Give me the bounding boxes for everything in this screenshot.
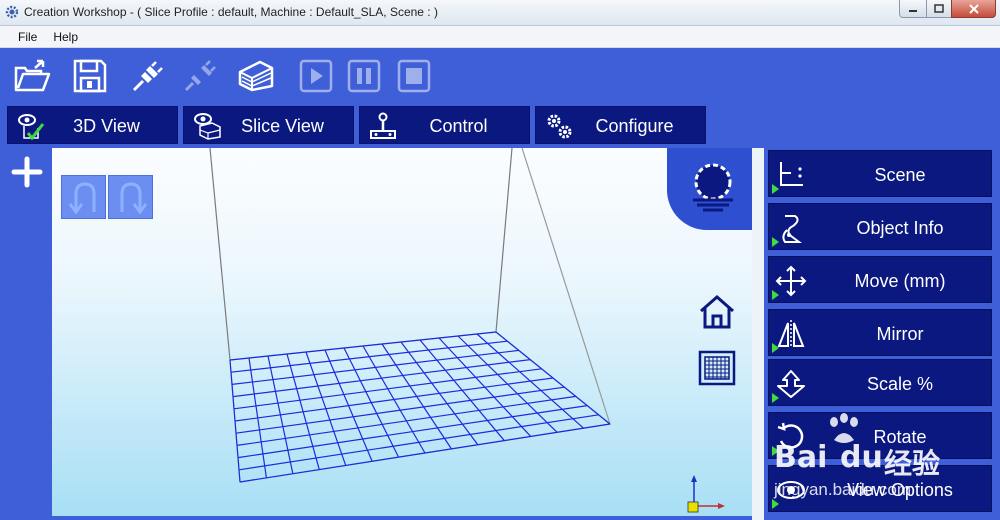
rotate-icon: [777, 422, 804, 449]
connect-icon: [132, 61, 163, 92]
maximize-icon: [934, 4, 944, 13]
expand-arrow-icon: [772, 499, 779, 509]
disconnect-icon: [184, 60, 216, 92]
window-title: Creation Workshop - ( Slice Profile : de…: [24, 5, 438, 19]
expand-arrow-icon: [772, 237, 779, 247]
view-hub[interactable]: [667, 148, 752, 230]
open-file-button[interactable]: [10, 56, 54, 96]
expand-arrow-icon: [772, 184, 779, 194]
panel-separator: [752, 148, 764, 520]
open-file-icon: [14, 59, 51, 92]
view-options-button[interactable]: View Options: [768, 465, 992, 512]
grid-line: [233, 368, 542, 410]
move-button[interactable]: Move (mm): [768, 256, 992, 303]
mirror-label: Mirror: [876, 324, 924, 344]
view-options-label: View Options: [847, 480, 953, 500]
disconnect-button[interactable]: [178, 56, 222, 96]
tab-slice-view-label: Slice View: [241, 116, 324, 136]
tab-3d-view-label: 3D View: [73, 116, 140, 136]
play-icon: [299, 59, 333, 93]
left-sidebar: [0, 148, 52, 520]
app-gear-icon: [5, 5, 19, 19]
mirror-button[interactable]: Mirror: [768, 309, 992, 356]
object-info-label: Object Info: [856, 218, 944, 238]
minimize-icon: [909, 9, 917, 12]
object-info-icon: [782, 215, 802, 243]
scale-icon: [777, 370, 805, 398]
window-titlebar: Creation Workshop - ( Slice Profile : de…: [0, 0, 1000, 26]
play-button[interactable]: [294, 56, 338, 96]
move-icon: [775, 265, 807, 297]
sun-gear-icon: [693, 163, 733, 212]
object-info-button[interactable]: Object Info: [768, 203, 992, 250]
axis-gizmo-icon: [687, 475, 725, 513]
grid-line: [239, 423, 611, 483]
scene-label: Scene: [874, 165, 926, 185]
scale-button[interactable]: Scale %: [768, 359, 992, 406]
right-tool-panel: Scene Object Info Move (mm) Mirror Scale…: [764, 148, 1000, 520]
grid-line: [235, 386, 565, 434]
view-options-icon: [777, 481, 805, 499]
pause-button[interactable]: [342, 56, 386, 96]
stop-icon: [397, 59, 431, 93]
pause-icon: [347, 59, 381, 93]
grid-line: [232, 359, 531, 398]
expand-arrow-icon: [772, 446, 779, 456]
add-icon[interactable]: [11, 156, 43, 188]
home-icon[interactable]: [698, 294, 736, 330]
save-button[interactable]: [68, 56, 112, 96]
expand-arrow-icon: [772, 393, 779, 403]
tab-control-label: Control: [429, 116, 488, 136]
stop-button[interactable]: [392, 56, 436, 96]
mirror-icon: [777, 320, 805, 348]
scale-label: Scale %: [866, 374, 934, 394]
save-icon: [73, 59, 107, 93]
rotate-label: Rotate: [873, 427, 927, 447]
menu-help[interactable]: Help: [45, 30, 86, 44]
menu-bar: File Help: [0, 26, 1000, 48]
maximize-button[interactable]: [926, 0, 952, 18]
scene-axes-icon: [780, 162, 803, 186]
tab-slice-view[interactable]: Slice View: [183, 106, 354, 144]
tab-3d-view[interactable]: 3D View: [7, 106, 178, 144]
expand-arrow-icon: [772, 343, 779, 353]
grid-line: [238, 414, 599, 471]
close-icon: [968, 3, 979, 14]
slice-icon: [238, 60, 274, 92]
grid-line: [234, 377, 554, 422]
rotate-button[interactable]: Rotate: [768, 412, 992, 459]
connect-button[interactable]: [126, 56, 170, 96]
app-body: 3D View Slice View Control Configure Sce…: [0, 48, 1000, 520]
grid-view-icon[interactable]: [698, 350, 736, 386]
expand-arrow-icon: [772, 290, 779, 300]
3d-viewport[interactable]: [52, 148, 752, 516]
tab-configure-label: Configure: [595, 116, 674, 136]
build-plate-grid: [209, 148, 612, 483]
close-button[interactable]: [951, 0, 996, 18]
scene-button[interactable]: Scene: [768, 150, 992, 197]
main-toolbar: [0, 48, 1000, 106]
slice-button[interactable]: [234, 56, 278, 96]
minimize-button[interactable]: [899, 0, 927, 18]
tab-control[interactable]: Control: [359, 106, 530, 144]
menu-file[interactable]: File: [10, 30, 45, 44]
tab-configure[interactable]: Configure: [535, 106, 706, 144]
grid-line: [236, 395, 576, 446]
move-label: Move (mm): [854, 271, 946, 291]
